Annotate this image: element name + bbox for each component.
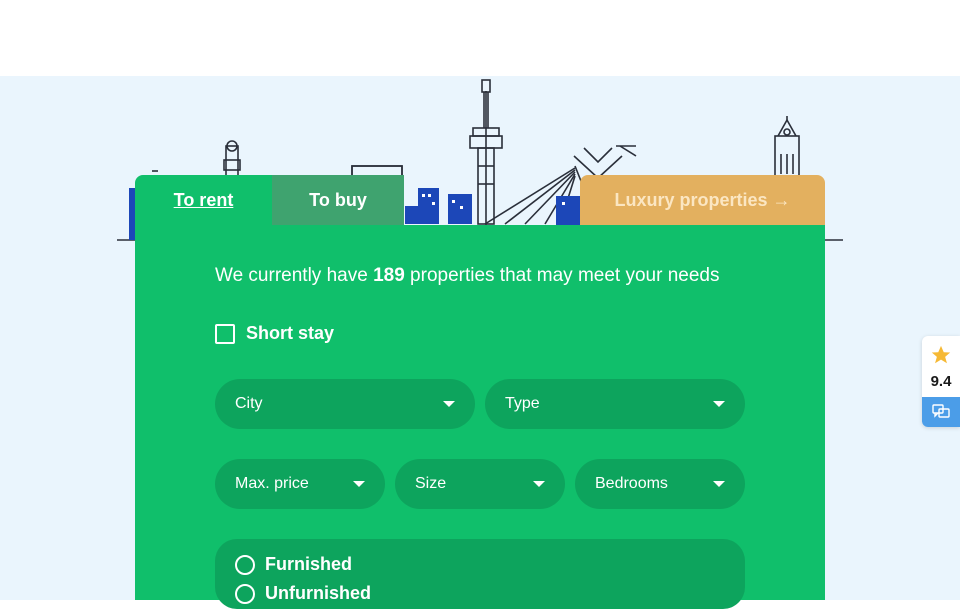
short-stay-label: Short stay <box>246 323 335 343</box>
bedrooms-select[interactable]: Bedrooms <box>575 459 745 509</box>
short-stay-checkbox[interactable] <box>215 323 235 344</box>
max-price-select-label: Max. price <box>235 475 309 492</box>
city-select[interactable]: City <box>215 379 475 429</box>
caret-down-icon <box>533 481 545 487</box>
furnishing-options: Furnished Unfurnished <box>215 539 745 609</box>
search-tabs: To rent To buy Luxury properties → <box>135 175 825 225</box>
furnished-label: Furnished <box>265 554 353 574</box>
rating-score: 9.4 <box>930 373 952 390</box>
caret-down-icon <box>713 401 725 407</box>
caret-down-icon <box>443 401 455 407</box>
star-icon <box>931 345 951 364</box>
city-select-label: City <box>235 395 263 412</box>
type-select[interactable]: Type <box>485 379 745 429</box>
furnished-option[interactable]: Furnished <box>235 554 352 575</box>
tab-luxury-properties[interactable]: Luxury properties → <box>580 175 825 225</box>
type-select-label: Type <box>505 395 540 412</box>
chat-button[interactable] <box>922 397 960 427</box>
caret-down-icon <box>713 481 725 487</box>
property-count: 189 <box>373 265 405 286</box>
short-stay-checkbox-row[interactable]: Short stay <box>215 323 334 344</box>
caret-down-icon <box>353 481 365 487</box>
max-price-select[interactable]: Max. price <box>215 459 385 509</box>
bedrooms-select-label: Bedrooms <box>595 475 668 492</box>
chat-icon <box>932 404 950 418</box>
unfurnished-label: Unfurnished <box>265 583 371 603</box>
search-panel: We currently have 189 properties that ma… <box>135 225 825 609</box>
property-count-headline: We currently have 189 properties that ma… <box>215 265 719 287</box>
top-bar <box>0 0 960 76</box>
unfurnished-option[interactable]: Unfurnished <box>235 583 371 604</box>
headline-prefix: We currently have <box>215 265 374 286</box>
furnished-radio[interactable] <box>235 554 255 575</box>
tab-to-rent[interactable]: To rent <box>135 175 272 225</box>
size-select[interactable]: Size <box>395 459 565 509</box>
rating-widget[interactable]: 9.4 <box>922 336 960 427</box>
tab-to-buy[interactable]: To buy <box>272 175 404 225</box>
headline-suffix: properties that may meet your needs <box>404 265 720 286</box>
size-select-label: Size <box>415 475 447 492</box>
unfurnished-radio[interactable] <box>235 583 255 604</box>
